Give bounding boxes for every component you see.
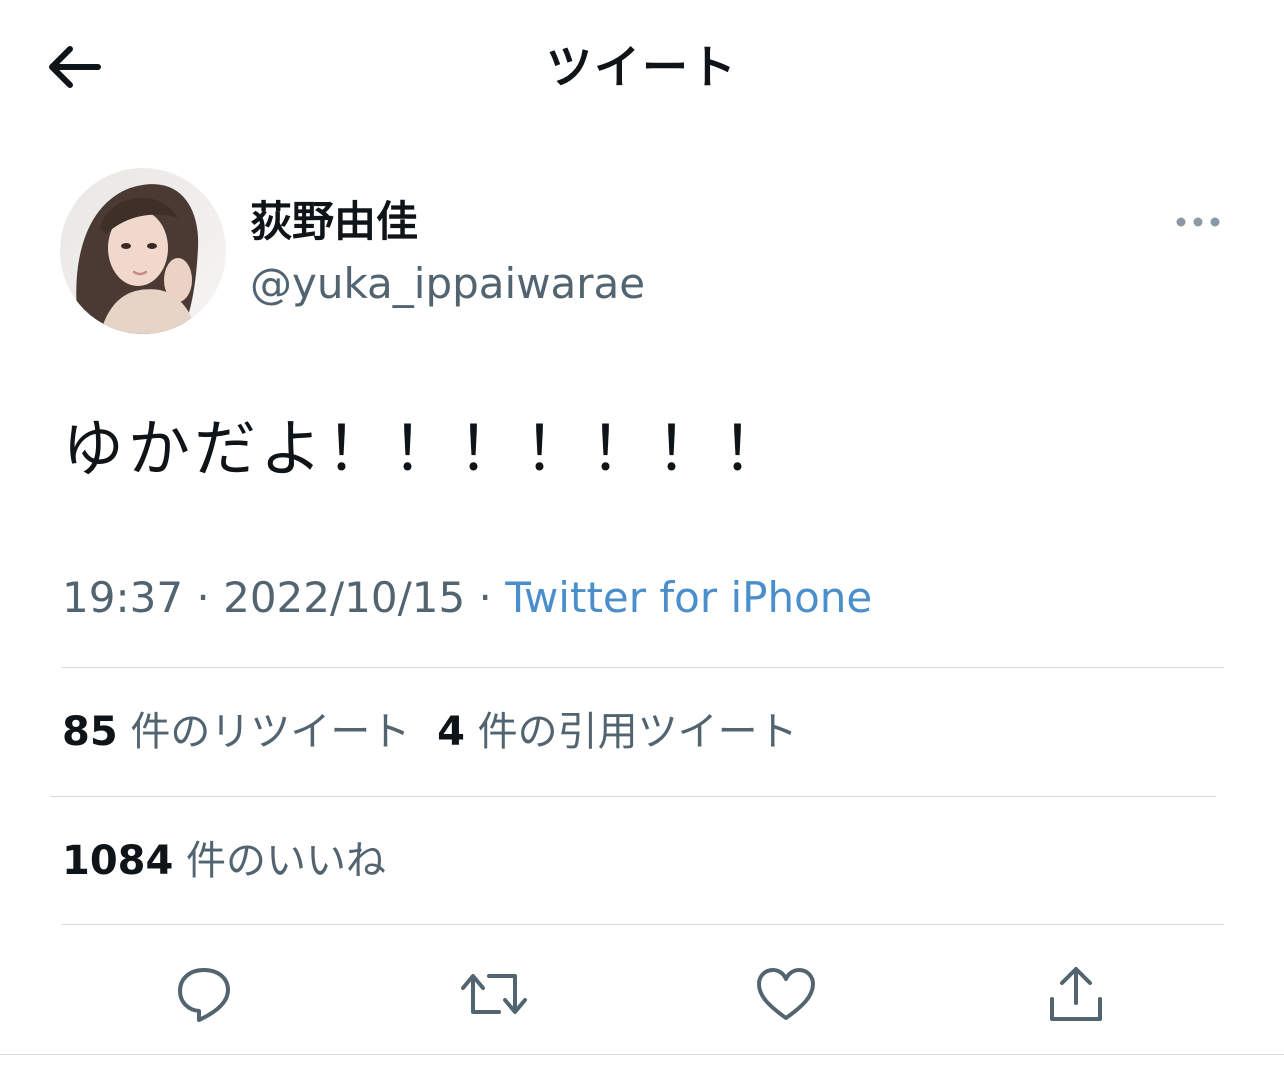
likes-stat[interactable]: 1084 件のいいね	[62, 831, 386, 891]
retweet-label: 件のリツイート	[130, 709, 411, 755]
more-button[interactable]	[1168, 200, 1228, 244]
reply-button[interactable]	[164, 956, 244, 1036]
retweet-button[interactable]	[454, 956, 534, 1036]
tweet-text: ゆかだよ！！！！！！！	[62, 412, 789, 485]
divider	[62, 667, 1224, 668]
tweet-source-link[interactable]: Twitter for iPhone	[505, 573, 872, 622]
divider	[62, 924, 1224, 925]
retweet-count: 85	[62, 709, 118, 755]
divider	[50, 796, 1216, 797]
avatar[interactable]	[60, 168, 226, 334]
share-icon	[1046, 963, 1106, 1029]
divider	[0, 1054, 1284, 1055]
tweet-time[interactable]: 19:37	[62, 573, 183, 622]
tweet-meta: 19:37 · 2022/10/15 · Twitter for iPhone	[62, 568, 872, 628]
meta-separator: ·	[183, 573, 224, 622]
meta-separator: ·	[465, 573, 506, 622]
like-count: 1084	[62, 838, 174, 884]
quote-count: 4	[437, 709, 465, 755]
reply-icon	[174, 964, 234, 1028]
page-title: ツイート	[546, 40, 738, 94]
more-horizontal-icon	[1175, 213, 1221, 232]
share-button[interactable]	[1036, 956, 1116, 1036]
tweet-date[interactable]: 2022/10/15	[223, 573, 465, 622]
retweets-stat[interactable]: 85 件のリツイート	[62, 709, 423, 755]
author-name[interactable]: 荻野由佳	[250, 190, 418, 254]
author-handle[interactable]: @yuka_ippaiwarae	[250, 254, 645, 314]
retweet-icon	[459, 968, 529, 1024]
quote-label: 件の引用ツイート	[477, 709, 798, 755]
heart-icon	[755, 966, 817, 1026]
like-button[interactable]	[746, 956, 826, 1036]
like-label: 件のいいね	[186, 838, 387, 884]
stats-row: 85 件のリツイート 4 件の引用ツイート	[62, 702, 798, 762]
quotes-stat[interactable]: 4 件の引用ツイート	[437, 709, 798, 755]
